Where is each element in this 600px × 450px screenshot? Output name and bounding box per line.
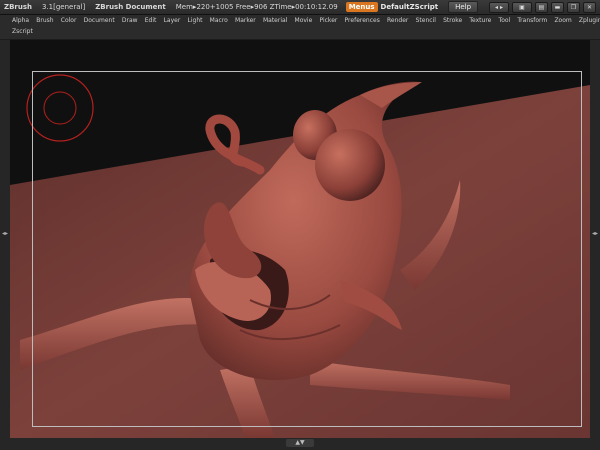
layout-icon[interactable]: ▣ (512, 2, 532, 13)
menu-item-render[interactable]: Render (387, 17, 408, 24)
expand-bottom-icon[interactable]: ▲▼ (286, 439, 314, 447)
document-canvas[interactable] (10, 40, 590, 438)
help-button[interactable]: Help (448, 1, 479, 13)
menu-item-marker[interactable]: Marker (235, 17, 256, 24)
menu-item-color[interactable]: Color (61, 17, 77, 24)
bottom-shelf[interactable]: ▲▼ (0, 438, 600, 450)
app-name: ZBrush (4, 3, 32, 11)
menu-item-zplugin[interactable]: Zplugin (579, 17, 600, 24)
minimize-icon[interactable]: ▬ (551, 2, 564, 13)
menu-item-material[interactable]: Material (263, 17, 287, 24)
menu-row: Alpha Brush Color Document Draw Edit Layer Ligh… (12, 17, 600, 24)
lock-icon[interactable]: ▤ (535, 2, 548, 13)
menu-item-preferences[interactable]: Preferences (345, 17, 380, 24)
menu-item-tool[interactable]: Tool (499, 17, 511, 24)
title-bar-icons: ◂ ▸ ▣ ▤ ▬ ❐ ✕ (489, 2, 596, 13)
menu-item-alpha[interactable]: Alpha (12, 17, 29, 24)
menu-item-transform[interactable]: Transform (517, 17, 547, 24)
sculpt-scene (10, 40, 590, 438)
menu-item-stroke[interactable]: Stroke (443, 17, 462, 24)
menu-item-zoom[interactable]: Zoom (554, 17, 571, 24)
menu-item-stencil[interactable]: Stencil (416, 17, 436, 24)
memory-readout: Mem▸220+1005 Free▸906 ZTime▸00:10:12.09 (175, 3, 338, 11)
script-name[interactable]: DefaultZScript (381, 3, 439, 11)
close-icon[interactable]: ✕ (583, 2, 596, 13)
menu-item-draw[interactable]: Draw (122, 17, 138, 24)
right-shelf[interactable]: ◂▸ (590, 40, 600, 438)
menu-item-macro[interactable]: Macro (210, 17, 228, 24)
menus-button[interactable]: Menus (345, 2, 378, 12)
app-version: 3.1[general] (42, 3, 86, 11)
menu-bar: Alpha Brush Color Document Draw Edit Layer Ligh… (0, 15, 600, 39)
menu-item-picker[interactable]: Picker (319, 17, 337, 24)
left-shelf[interactable]: ◂▸ (0, 40, 10, 438)
expand-right-icon[interactable]: ◂▸ (590, 230, 600, 237)
arrows-icon[interactable]: ◂ ▸ (489, 2, 509, 13)
menu-item-document[interactable]: Document (84, 17, 115, 24)
menu-item-edit[interactable]: Edit (145, 17, 157, 24)
menu-item-brush[interactable]: Brush (36, 17, 53, 24)
menu-item-light[interactable]: Light (188, 17, 203, 24)
right-eye (315, 129, 385, 201)
document-title: ZBrush Document (95, 3, 166, 11)
menu-item-zscript[interactable]: Zscript (12, 28, 33, 35)
menu-item-movie[interactable]: Movie (295, 17, 313, 24)
menu-item-layer[interactable]: Layer (164, 17, 181, 24)
menu-item-texture[interactable]: Texture (469, 17, 491, 24)
restore-icon[interactable]: ❐ (567, 2, 580, 13)
expand-left-icon[interactable]: ◂▸ (0, 230, 10, 237)
title-bar: ZBrush 3.1[general] ZBrush Document Mem▸… (0, 0, 600, 15)
